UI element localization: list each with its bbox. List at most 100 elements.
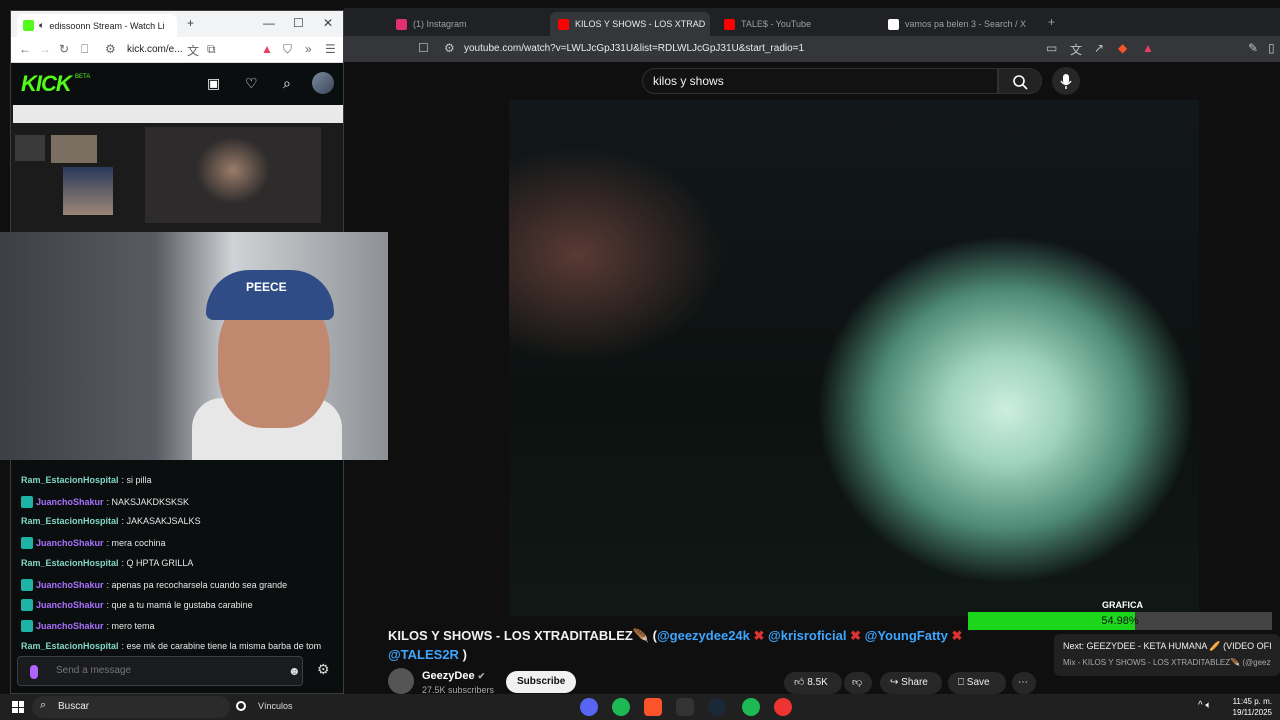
vinculos-toolbar[interactable]: Vínculos bbox=[258, 701, 293, 711]
search-icon bbox=[1013, 75, 1028, 90]
bookmark-icon[interactable]: ⎕ bbox=[81, 42, 88, 57]
windows-taskbar: ⌕ Buscar Vínculos ^ 🔈︎ 11:45 p. m. 19/11… bbox=[0, 694, 1280, 720]
background-tab-bar: (1) Instagram KILOS Y SHOWS - LOS XTRAD … bbox=[344, 8, 1280, 36]
speaker-icon: 🔈︎ bbox=[39, 20, 45, 30]
captured-browser bbox=[13, 105, 343, 123]
search-button[interactable] bbox=[998, 68, 1042, 94]
stream-player[interactable] bbox=[11, 105, 343, 233]
translate-icon[interactable]: 文 bbox=[187, 42, 199, 59]
search-icon[interactable]: ⌕ bbox=[283, 75, 291, 92]
shield-icon[interactable]: ⛉ bbox=[283, 42, 292, 57]
chat-message-input[interactable] bbox=[56, 665, 276, 676]
windows-start-icon[interactable] bbox=[12, 701, 24, 713]
spotify-icon[interactable] bbox=[612, 698, 630, 716]
more-icon: ⋯ bbox=[1018, 677, 1028, 688]
mention-link[interactable]: @geezydee24k bbox=[657, 628, 750, 643]
new-tab-icon[interactable]: + bbox=[187, 16, 194, 30]
chat-message: JuanchoShakur: que a tu mamá le gustaba … bbox=[21, 599, 253, 612]
chat-text: : NAKSJAKDKSKSK bbox=[106, 496, 190, 507]
dislike-button[interactable]: 👎︎ bbox=[844, 672, 872, 694]
extensions-icon[interactable]: ⧉ bbox=[207, 42, 216, 57]
chat-username[interactable]: JuanchoShakur bbox=[36, 600, 104, 610]
chat-input-box[interactable]: ☻ bbox=[17, 656, 303, 686]
discord-icon[interactable] bbox=[580, 698, 598, 716]
stream-thumbnail bbox=[51, 135, 97, 163]
rewards-icon[interactable]: ▲ bbox=[261, 42, 273, 56]
volume-icon[interactable]: ^ 🔈︎ bbox=[1198, 700, 1211, 711]
user-avatar[interactable] bbox=[312, 72, 334, 94]
kick-address-bar: ← → ↻ ⎕ ⚙ kick.com/e... 文 ⧉ ▲ ⛉ » ☰ bbox=[11, 37, 343, 63]
tab-x-search[interactable]: vamos pa belen 3 - Search / X bbox=[880, 12, 1040, 36]
chat-username[interactable]: Ram_EstacionHospital bbox=[21, 475, 119, 485]
cast-icon[interactable]: ▭ bbox=[1046, 41, 1057, 55]
mention-link[interactable]: @krisroficial bbox=[768, 628, 846, 643]
bookmark-icon[interactable]: ☐ bbox=[418, 41, 429, 55]
chat-username[interactable]: Ram_EstacionHospital bbox=[21, 641, 119, 651]
stream-thumbnail bbox=[63, 167, 113, 215]
mic-icon[interactable] bbox=[30, 665, 38, 679]
obs-icon[interactable] bbox=[774, 698, 792, 716]
heart-icon[interactable]: ♡ bbox=[245, 75, 258, 92]
chat-username[interactable]: Ram_EstacionHospital bbox=[21, 516, 119, 526]
stream-thumbnail bbox=[145, 127, 321, 223]
site-info-icon[interactable]: ⚙ bbox=[444, 41, 455, 55]
maximize-icon[interactable]: ☐ bbox=[293, 16, 304, 30]
share-button[interactable]: ↪ Share bbox=[880, 672, 942, 694]
chat-username[interactable]: JuanchoShakur bbox=[36, 580, 104, 590]
minimize-icon[interactable]: — bbox=[263, 16, 275, 30]
chat-username[interactable]: JuanchoShakur bbox=[36, 621, 104, 631]
brave-icon[interactable] bbox=[644, 698, 662, 716]
subscriber-badge-icon bbox=[21, 619, 33, 632]
subscriber-badge-icon bbox=[21, 537, 33, 550]
more-tabs-icon[interactable]: » bbox=[305, 42, 312, 56]
stream-thumbnail bbox=[15, 135, 45, 161]
more-actions-button[interactable]: ⋯ bbox=[1012, 672, 1036, 694]
sidebar-icon[interactable]: ▯ bbox=[1268, 41, 1275, 55]
gear-icon[interactable]: ⚙ bbox=[317, 661, 330, 678]
channel-name[interactable]: GeezyDee ✔ bbox=[422, 670, 485, 682]
next-video-card[interactable]: Next: GEEZYDEE - KETA HUMANA 🥖 (VIDEO OF… bbox=[1054, 634, 1280, 676]
video-player[interactable] bbox=[509, 100, 1199, 616]
url-text[interactable]: kick.com/e... bbox=[127, 44, 183, 55]
translate-icon[interactable]: 文 bbox=[1070, 41, 1082, 58]
new-tab-icon[interactable]: + bbox=[1048, 15, 1055, 29]
youtube-search-input[interactable]: kilos y shows bbox=[642, 68, 998, 94]
browse-icon[interactable]: ▣ bbox=[207, 75, 220, 92]
rewards-icon[interactable]: ▲ bbox=[1142, 41, 1154, 55]
save-button[interactable]: ⎕ Save bbox=[948, 672, 1006, 694]
grafica-progress-bar: 54.98% bbox=[968, 612, 1272, 630]
clock[interactable]: 11:45 p. m. 19/11/2025 bbox=[1232, 696, 1272, 718]
tab-tales-youtube[interactable]: TALE$ - YouTube bbox=[716, 12, 871, 36]
close-window-icon[interactable]: ✕ bbox=[323, 16, 333, 30]
site-info-icon[interactable]: ⚙ bbox=[105, 42, 116, 56]
puzzle-icon[interactable]: ✎ bbox=[1248, 41, 1258, 55]
kick-logo[interactable]: KICK bbox=[21, 71, 72, 97]
tab-youtube-active[interactable]: KILOS Y SHOWS - LOS XTRAD ✕ bbox=[550, 12, 710, 36]
emoji-icon[interactable]: ☻ bbox=[288, 664, 301, 678]
kick-favicon-icon bbox=[23, 20, 34, 31]
menu-icon[interactable]: ☰ bbox=[325, 42, 336, 56]
mention-link[interactable]: @YoungFatty bbox=[865, 628, 948, 643]
brave-shield-icon[interactable]: ◆ bbox=[1118, 41, 1127, 55]
chat-username[interactable]: Ram_EstacionHospital bbox=[21, 558, 119, 568]
chat-username[interactable]: JuanchoShakur bbox=[36, 538, 104, 548]
like-button[interactable]: 👍︎ 8.5K bbox=[784, 672, 842, 694]
search-icon: ⌕ bbox=[40, 699, 47, 711]
voice-search-button[interactable] bbox=[1052, 67, 1080, 95]
chat-username[interactable]: JuanchoShakur bbox=[36, 497, 104, 507]
tab-instagram[interactable]: (1) Instagram bbox=[388, 12, 538, 36]
epic-games-icon[interactable] bbox=[676, 698, 694, 716]
steam-icon[interactable] bbox=[708, 698, 726, 716]
mention-link[interactable]: @TALES2R bbox=[388, 647, 459, 662]
share-icon[interactable]: ↗ bbox=[1094, 41, 1104, 55]
spotify-icon[interactable] bbox=[742, 698, 760, 716]
taskbar-search[interactable]: ⌕ Buscar bbox=[32, 696, 230, 718]
subscribe-button[interactable]: Subscribe bbox=[506, 671, 577, 693]
forward-icon[interactable]: → bbox=[39, 42, 51, 56]
channel-avatar[interactable] bbox=[388, 668, 414, 694]
chat-panel: Ram_EstacionHospital: si pilla JuanchoSha… bbox=[11, 461, 343, 651]
next-video-subtitle: Mix - KILOS Y SHOWS - LOS XTRADITABLEZ🪶 … bbox=[1063, 658, 1271, 667]
reload-icon[interactable]: ↻ bbox=[59, 42, 69, 56]
tab-kick-stream[interactable]: 🔈︎ edissoonn Stream - Watch Li bbox=[17, 14, 177, 37]
back-icon[interactable]: ← bbox=[19, 42, 31, 56]
